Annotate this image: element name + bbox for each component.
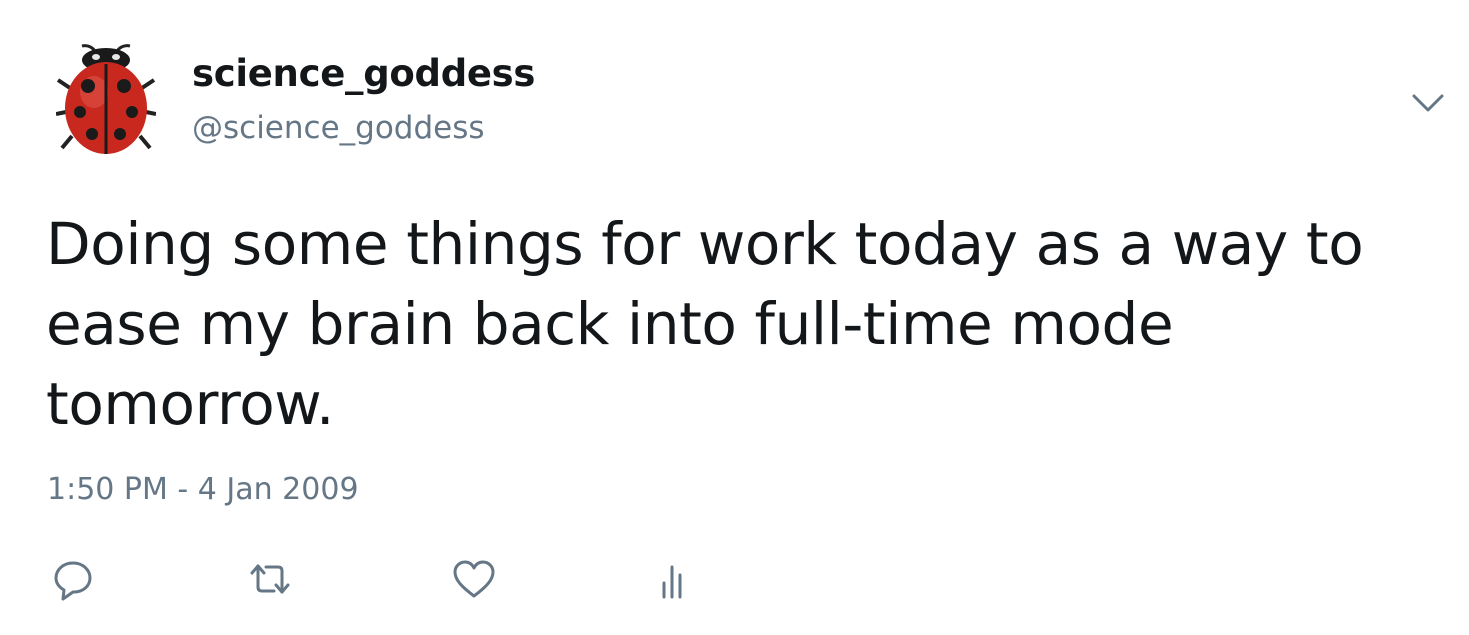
tweet-timestamp[interactable]: 1:50 PM - 4 Jan 2009 <box>47 472 359 507</box>
tweet-actions <box>0 555 1469 605</box>
tweet-text: Doing some things for work today as a wa… <box>46 210 1364 438</box>
avatar[interactable] <box>56 40 156 156</box>
reply-icon[interactable] <box>49 555 97 603</box>
retweet-icon[interactable] <box>246 555 294 603</box>
analytics-icon[interactable] <box>650 555 698 603</box>
tweet-card: science_goddess @science_goddess Doing s… <box>0 0 1469 635</box>
user-handle[interactable]: @science_goddess <box>192 110 485 146</box>
chevron-down-icon[interactable] <box>1408 88 1448 118</box>
display-name[interactable]: science_goddess <box>192 52 535 95</box>
heart-icon[interactable] <box>450 555 498 603</box>
ladybug-icon <box>56 44 156 154</box>
